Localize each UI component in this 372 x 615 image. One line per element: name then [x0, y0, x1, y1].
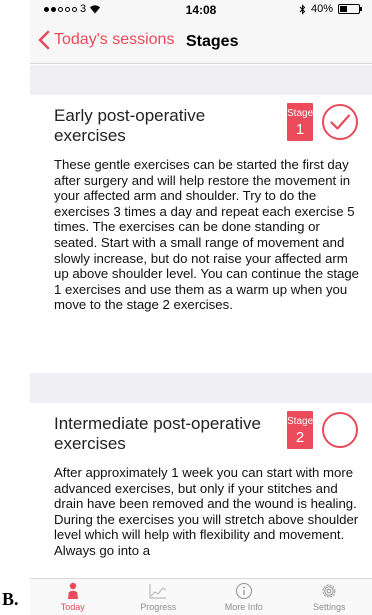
- chart-icon: [149, 584, 167, 599]
- stage-badge-number: 2: [295, 429, 305, 446]
- completed-check-icon[interactable]: [321, 103, 359, 141]
- page-title: Stages: [186, 33, 239, 50]
- incomplete-circle-icon[interactable]: [321, 411, 359, 449]
- navigation-bar: Today's sessions Stages: [30, 20, 372, 64]
- session-card-stage-2[interactable]: Intermediate post-operative exercises St…: [30, 403, 372, 578]
- back-button[interactable]: Today's sessions: [38, 30, 174, 50]
- tab-label: More Info: [224, 602, 263, 612]
- battery-fill: [340, 6, 348, 12]
- tab-more-info[interactable]: More Info: [201, 579, 287, 615]
- session-card-stage-1[interactable]: Early post-operative exercises Stage 1 T…: [30, 95, 372, 373]
- status-right: 40%: [299, 3, 362, 15]
- chevron-left-icon: [38, 30, 50, 50]
- section-separator: [30, 373, 372, 403]
- session-title: Early post-operative exercises: [54, 106, 206, 145]
- tab-label: Today: [60, 602, 85, 612]
- person-icon: [67, 582, 78, 599]
- stage-badge-label: Stage: [287, 416, 314, 427]
- session-title: Intermediate post-operative exercises: [54, 414, 261, 453]
- stage-badge: Stage 1: [287, 103, 313, 141]
- tab-settings[interactable]: Settings: [287, 579, 372, 615]
- tab-bar: Today Progress More Info Settings: [30, 578, 372, 615]
- session-description: After approximately 1 week you can start…: [54, 465, 359, 558]
- stage-badge-number: 1: [295, 121, 305, 138]
- battery-percent: 40%: [310, 3, 333, 15]
- tab-today[interactable]: Today: [30, 579, 116, 615]
- bluetooth-icon: [299, 3, 306, 15]
- figure-label: B.: [2, 589, 19, 609]
- tab-label: Settings: [312, 602, 346, 612]
- session-description: These gentle exercises can be started th…: [54, 157, 360, 313]
- gear-icon: [322, 584, 336, 598]
- back-button-label: Today's sessions: [54, 31, 175, 48]
- tab-label: Progress: [140, 602, 177, 612]
- info-icon: [235, 583, 252, 599]
- stage-badge: Stage 2: [287, 411, 313, 449]
- status-bar: 3 14:08 40%: [30, 0, 372, 20]
- tab-progress[interactable]: Progress: [116, 579, 202, 615]
- stage-badge-label: Stage: [287, 108, 314, 119]
- battery-icon: [338, 4, 362, 14]
- section-separator: [30, 65, 372, 95]
